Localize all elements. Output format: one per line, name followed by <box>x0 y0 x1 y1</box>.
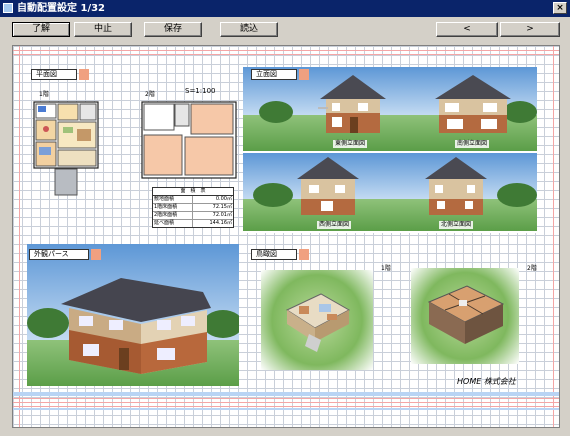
area-table: 面 積 表 敷地面積 0.00㎡ 1階床面積 72.15㎡ 2階床面積 72.0… <box>152 187 234 228</box>
plan-scale: S=1:100 <box>185 87 216 95</box>
margin-guide-bottom-3 <box>13 406 559 407</box>
sheet-bottom-band <box>13 392 559 396</box>
save-button[interactable]: 保存 <box>144 22 202 37</box>
elevation-panel-label[interactable]: 立面図 <box>251 69 297 80</box>
close-button[interactable]: × <box>553 2 567 14</box>
ok-button[interactable]: 了解 <box>12 22 70 37</box>
margin-guide-left <box>19 46 20 427</box>
elevation-label-tab <box>299 69 309 80</box>
floor2-plan-drawing[interactable] <box>141 101 237 183</box>
area-row-value: 72.01㎡ <box>212 212 232 218</box>
window-title: 自動配置設定 1/32 <box>17 3 106 14</box>
plan-panel-label[interactable]: 平面図 <box>31 69 77 80</box>
floor1-plan-drawing[interactable] <box>33 101 99 199</box>
area-row-label: 敷地面積 <box>153 196 193 203</box>
area-row: 敷地面積 0.00㎡ <box>153 196 233 204</box>
bird-panel-label[interactable]: 鳥瞰図 <box>251 249 297 260</box>
margin-guide-top-2 <box>13 54 559 55</box>
area-row-value: 144.16㎡ <box>209 220 233 226</box>
elevation-caption-west: 西側立面図 <box>317 221 352 229</box>
cancel-button[interactable]: 中止 <box>74 22 132 37</box>
layout-sheet[interactable]: 平面図 1階 2階 S=1:100 面 積 表 敷地面積 0.00㎡ 1階床面積… <box>12 45 560 428</box>
area-table-header: 面 積 表 <box>153 188 233 196</box>
perspective-panel[interactable] <box>27 244 239 386</box>
area-row: 延べ面積 144.16㎡ <box>153 220 233 227</box>
west-elevation-house <box>297 157 359 215</box>
next-page-button[interactable]: > <box>500 22 560 37</box>
bird-label-tab <box>299 249 309 260</box>
area-row: 2階床面積 72.01㎡ <box>153 212 233 220</box>
bird-view-floor1[interactable] <box>261 270 373 370</box>
perspective-panel-label[interactable]: 外観パース <box>29 249 89 260</box>
toolbar: 了解 中止 保存 読込 < > <box>0 17 570 42</box>
tree <box>497 183 537 207</box>
margin-guide-top <box>13 50 559 51</box>
plan-floor2-label: 2階 <box>145 91 155 98</box>
elevation-row-bottom: 西側立面図 北側立面図 <box>243 153 537 231</box>
elevation-caption-north: 北側立面図 <box>439 221 474 229</box>
east-elevation-house <box>318 75 386 133</box>
area-row-value: 0.00㎡ <box>215 196 232 202</box>
elevation-panel[interactable]: 東側立面図 南側立面図 西側立面図 北側立面図 <box>243 67 537 233</box>
area-row-label: 延べ面積 <box>153 220 193 227</box>
margin-guide-bottom-2 <box>13 402 559 403</box>
north-elevation-house <box>425 157 487 215</box>
company-name: HOME 株式会社 <box>457 377 516 386</box>
plan-label-tab <box>79 69 89 80</box>
tree <box>259 101 293 123</box>
margin-guide-bottom <box>13 398 559 399</box>
bird-view-floor2[interactable] <box>411 268 519 364</box>
margin-guide-right <box>553 46 554 427</box>
bird-floor1-model <box>285 293 351 352</box>
area-row-label: 2階床面積 <box>153 212 193 219</box>
bird-floor2-label: 2階 <box>527 265 537 272</box>
perspective-house <box>61 278 211 374</box>
tree <box>253 183 293 207</box>
elevation-caption-south: 南側立面図 <box>455 140 490 148</box>
title-bar: 自動配置設定 1/32 × <box>0 0 570 17</box>
area-row-label: 1階床面積 <box>153 204 193 211</box>
bird-floor2-model <box>427 285 505 344</box>
app-icon <box>3 3 13 13</box>
bird-floor1-label: 1階 <box>381 265 391 272</box>
sheet-bottom-band-2 <box>13 408 559 410</box>
grass <box>243 199 537 231</box>
elevation-caption-east: 東側立面図 <box>333 140 368 148</box>
load-button[interactable]: 読込 <box>220 22 278 37</box>
area-row: 1階床面積 72.15㎡ <box>153 204 233 212</box>
perspective-label-tab <box>91 249 101 260</box>
south-elevation-house <box>435 75 511 133</box>
prev-page-button[interactable]: < <box>436 22 498 37</box>
plan-floor1-label: 1階 <box>39 91 49 98</box>
area-row-value: 72.15㎡ <box>212 204 232 210</box>
